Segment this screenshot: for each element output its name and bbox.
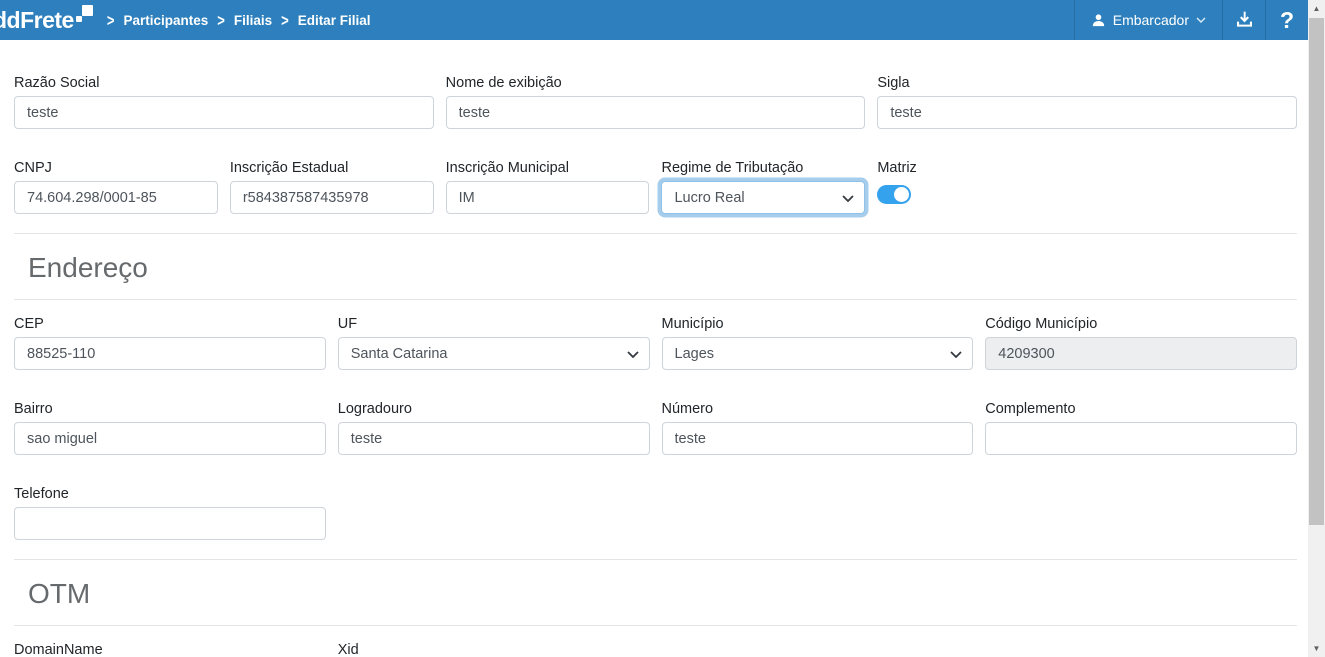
logradouro-input[interactable] xyxy=(338,422,650,455)
chevron-down-icon xyxy=(1196,17,1206,23)
codigo-municipio-label: Código Município xyxy=(985,314,1297,334)
scrollbar-thumb[interactable] xyxy=(1309,18,1324,525)
section-divider xyxy=(14,559,1297,560)
razao-social-label: Razão Social xyxy=(14,73,434,93)
field-bairro: Bairro xyxy=(14,399,326,455)
user-menu-label: Embarcador xyxy=(1113,12,1189,28)
razao-social-input[interactable] xyxy=(14,96,434,129)
codigo-municipio-input xyxy=(985,337,1297,370)
scrollbar-down-arrow[interactable]: ▼ xyxy=(1308,640,1325,657)
app-window: ddFrete > Participantes > Filiais > Edit… xyxy=(0,0,1325,657)
logo-squares-icon xyxy=(76,5,93,23)
field-uf: UF Santa Catarina xyxy=(338,314,650,370)
field-sigla: Sigla xyxy=(877,73,1297,129)
bairro-input[interactable] xyxy=(14,422,326,455)
field-complemento: Complemento xyxy=(985,399,1297,455)
field-telefone: Telefone xyxy=(14,484,326,540)
cnpj-input[interactable] xyxy=(14,181,218,214)
regime-tributacao-label: Regime de Tributação xyxy=(661,158,865,178)
sigla-input[interactable] xyxy=(877,96,1297,129)
edit-filial-form: Razão Social Nome de exibição Sigla CNPJ xyxy=(0,40,1308,657)
xid-label: Xid xyxy=(338,640,650,657)
person-icon xyxy=(1091,13,1106,28)
download-button[interactable] xyxy=(1223,0,1265,40)
otm-section: DomainName Xid xyxy=(14,626,1297,657)
matriz-toggle[interactable] xyxy=(877,185,911,204)
numero-label: Número xyxy=(662,399,974,419)
field-codigo-municipio: Código Município xyxy=(985,314,1297,370)
otm-section-title: OTM xyxy=(14,575,1297,612)
topbar-actions: Embarcador xyxy=(1074,0,1308,40)
scrollbar[interactable]: ▲ ▼ xyxy=(1308,0,1325,657)
nome-exibicao-input[interactable] xyxy=(446,96,866,129)
telefone-input[interactable] xyxy=(14,507,326,540)
download-icon xyxy=(1234,10,1255,30)
inscricao-municipal-label: Inscrição Municipal xyxy=(446,158,650,178)
complemento-input[interactable] xyxy=(985,422,1297,455)
field-matriz: Matriz xyxy=(877,158,1081,214)
domain-name-label: DomainName xyxy=(14,640,326,657)
nome-exibicao-label: Nome de exibição xyxy=(446,73,866,93)
municipio-label: Município xyxy=(662,314,974,334)
regime-tributacao-select[interactable]: Lucro Real xyxy=(661,181,865,214)
cep-label: CEP xyxy=(14,314,326,334)
app-logo[interactable]: ddFrete xyxy=(0,0,107,40)
top-navbar: ddFrete > Participantes > Filiais > Edit… xyxy=(0,0,1308,40)
user-menu-button[interactable]: Embarcador xyxy=(1075,0,1222,40)
breadcrumb: > Participantes > Filiais > Editar Filia… xyxy=(107,0,371,40)
municipio-select[interactable]: Lages xyxy=(662,337,974,370)
breadcrumb-participantes[interactable]: Participantes xyxy=(123,13,208,28)
breadcrumb-editar-filial[interactable]: Editar Filial xyxy=(298,13,371,28)
field-regime-tributacao: Regime de Tributação Lucro Real xyxy=(661,158,865,214)
logradouro-label: Logradouro xyxy=(338,399,650,419)
cnpj-label: CNPJ xyxy=(14,158,218,178)
field-domain-name: DomainName xyxy=(14,640,326,657)
endereco-section-title: Endereço xyxy=(14,249,1297,286)
breadcrumb-separator: > xyxy=(281,11,289,30)
help-icon: ? xyxy=(1280,7,1294,34)
field-municipio: Município Lages xyxy=(662,314,974,370)
matriz-label: Matriz xyxy=(877,158,1081,178)
breadcrumb-separator: > xyxy=(217,11,225,30)
section-divider xyxy=(14,233,1297,234)
bairro-label: Bairro xyxy=(14,399,326,419)
inscricao-estadual-input[interactable] xyxy=(230,181,434,214)
sigla-label: Sigla xyxy=(877,73,1297,93)
breadcrumb-separator: > xyxy=(107,11,115,30)
field-logradouro: Logradouro xyxy=(338,399,650,455)
logo-text: ddFrete xyxy=(0,7,74,34)
inscricao-municipal-input[interactable] xyxy=(446,181,650,214)
cep-input[interactable] xyxy=(14,337,326,370)
field-cnpj: CNPJ xyxy=(14,158,218,214)
field-inscricao-estadual: Inscrição Estadual xyxy=(230,158,434,214)
field-numero: Número xyxy=(662,399,974,455)
endereco-section: CEP UF Santa Catarina xyxy=(14,300,1297,540)
field-xid: Xid xyxy=(338,640,650,657)
help-button[interactable]: ? xyxy=(1266,0,1308,40)
field-inscricao-municipal: Inscrição Municipal xyxy=(446,158,650,214)
scrollbar-up-arrow[interactable]: ▲ xyxy=(1308,0,1325,17)
telefone-label: Telefone xyxy=(14,484,326,504)
inscricao-estadual-label: Inscrição Estadual xyxy=(230,158,434,178)
complemento-label: Complemento xyxy=(985,399,1297,419)
field-cep: CEP xyxy=(14,314,326,370)
field-razao-social: Razão Social xyxy=(14,73,434,129)
main-page: ddFrete > Participantes > Filiais > Edit… xyxy=(0,0,1308,657)
numero-input[interactable] xyxy=(662,422,974,455)
breadcrumb-filiais[interactable]: Filiais xyxy=(234,13,272,28)
uf-label: UF xyxy=(338,314,650,334)
field-nome-exibicao: Nome de exibição xyxy=(446,73,866,129)
uf-select[interactable]: Santa Catarina xyxy=(338,337,650,370)
